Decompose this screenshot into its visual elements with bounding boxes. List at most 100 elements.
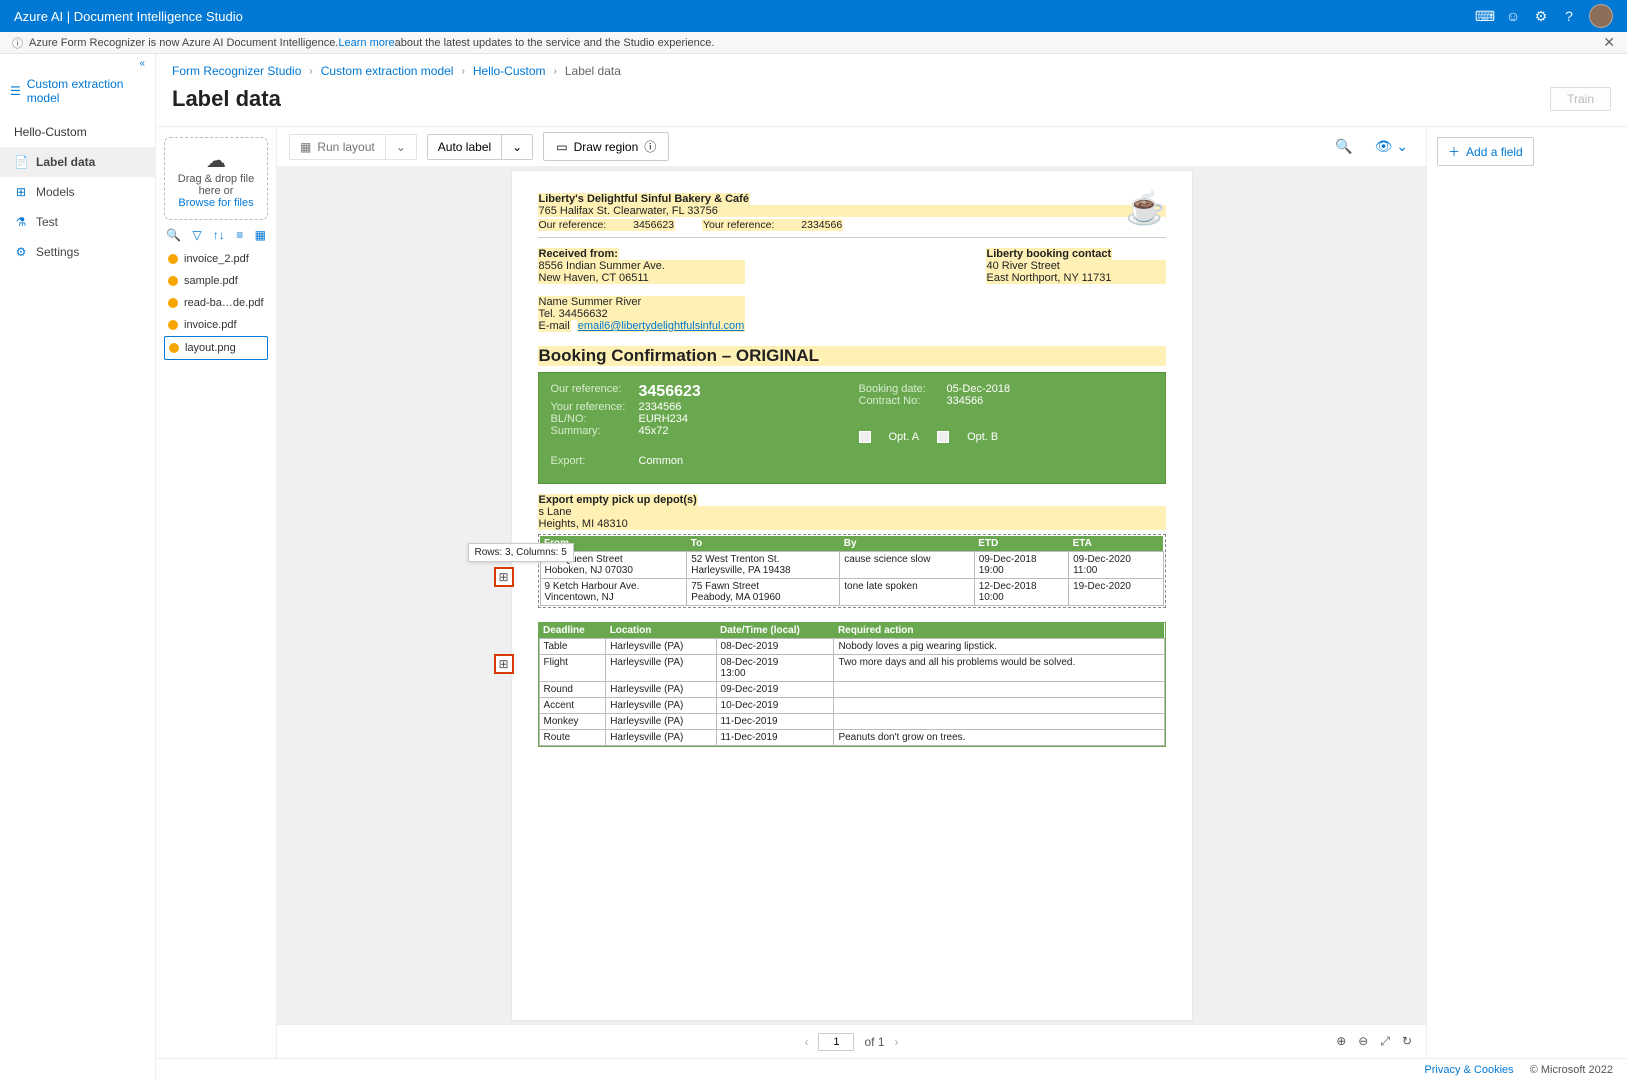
nav-label: Label data — [36, 155, 95, 169]
crumb-0[interactable]: Form Recognizer Studio — [172, 64, 301, 78]
draw-region-button[interactable]: ▭ Draw region ⓘ — [543, 132, 669, 161]
nav-icon: ⊞ — [14, 185, 28, 199]
coffee-mug-icon: ☕ — [1126, 189, 1166, 227]
info-icon: ⓘ — [12, 35, 23, 51]
filter-icon[interactable]: ▽ — [192, 228, 201, 242]
drop-zone[interactable]: ☁ Drag & drop file here or Browse for fi… — [164, 137, 268, 220]
file-item[interactable]: sample.pdf — [164, 270, 268, 292]
rotate-icon[interactable]: ↻ — [1402, 1034, 1412, 1049]
page-input[interactable] — [818, 1033, 854, 1051]
grid-view-icon[interactable]: ▦ — [255, 228, 266, 242]
deadline-table: DeadlineLocationDate/Time (local)Require… — [539, 623, 1165, 746]
plus-icon: ＋ — [1448, 143, 1460, 160]
draw-region-label: Draw region — [574, 140, 639, 154]
checkbox-opt-b — [937, 431, 949, 443]
file-name: invoice_2.pdf — [184, 253, 249, 265]
privacy-link[interactable]: Privacy & Cookies — [1424, 1064, 1513, 1076]
info-circle-icon: ⓘ — [644, 138, 656, 155]
collapse-sidebar-icon[interactable]: « — [0, 54, 155, 69]
list-view-icon[interactable]: ≡ — [236, 228, 243, 242]
top-bar: Azure AI | Document Intelligence Studio … — [0, 0, 1627, 32]
help-icon[interactable]: ? — [1555, 8, 1583, 24]
crumb-1[interactable]: Custom extraction model — [321, 64, 454, 78]
sort-icon[interactable]: ↑↓ — [213, 228, 225, 242]
drop-text-2: here or — [171, 185, 261, 197]
file-item[interactable]: invoice.pdf — [164, 314, 268, 336]
contact-header: Liberty booking contact — [986, 248, 1113, 260]
nav-item-models[interactable]: ⊞ Models — [0, 177, 155, 207]
model-type-link[interactable]: ☰ Custom extraction model — [0, 69, 155, 117]
breadcrumb: Form Recognizer Studio› Custom extractio… — [156, 54, 1627, 82]
add-field-button[interactable]: ＋ Add a field — [1437, 137, 1534, 166]
next-page-icon[interactable]: › — [895, 1035, 899, 1049]
nav-item-settings[interactable]: ⚙ Settings — [0, 237, 155, 267]
table-tooltip: Rows: 3, Columns: 5 — [468, 543, 574, 562]
add-field-label: Add a field — [1466, 145, 1523, 159]
zoom-out-icon[interactable]: ⊖ — [1358, 1034, 1368, 1049]
nav-item-label-data[interactable]: 📄 Label data — [0, 147, 155, 177]
depot-header: Export empty pick up depot(s) — [538, 494, 698, 506]
drop-text-1: Drag & drop file — [171, 173, 261, 185]
file-name: sample.pdf — [184, 275, 238, 287]
crumb-2[interactable]: Hello-Custom — [473, 64, 546, 78]
document-canvas[interactable]: ☕ Liberty's Delightful Sinful Bakery & C… — [277, 167, 1426, 1024]
zoom-in-icon[interactable]: ⊕ — [1336, 1034, 1346, 1049]
file-item[interactable]: layout.png — [164, 336, 268, 360]
feedback-icon[interactable]: ☺ — [1499, 8, 1527, 24]
nav-label: Test — [36, 215, 58, 229]
run-layout-chevron-icon[interactable]: ⌄ — [385, 135, 416, 159]
table-icon-2[interactable]: ⊞ — [494, 654, 514, 674]
list-icon: ☰ — [10, 84, 21, 98]
banner-suffix: about the latest updates to the service … — [395, 37, 715, 49]
banner-close-icon[interactable]: ✕ — [1603, 34, 1615, 51]
visibility-icon[interactable]: 👁 ⌄ — [1369, 138, 1414, 155]
model-type-label: Custom extraction model — [27, 77, 145, 105]
auto-label-button[interactable]: Auto label ⌄ — [427, 134, 533, 160]
search-icon[interactable]: 🔍 — [166, 228, 181, 242]
keyboard-icon[interactable]: ⌨ — [1471, 8, 1499, 25]
browse-files-link[interactable]: Browse for files — [171, 197, 261, 209]
checkbox-opt-a — [859, 431, 871, 443]
auto-label-text: Auto label — [438, 140, 491, 154]
status-dot-icon — [168, 320, 178, 330]
nav-label: Models — [36, 185, 75, 199]
project-name: Hello-Custom — [0, 117, 155, 147]
banner-link[interactable]: Learn more — [338, 37, 394, 49]
table-icon-1[interactable]: ⊞ — [494, 567, 514, 587]
settings-icon[interactable]: ⚙ — [1527, 8, 1555, 25]
received-from-header: Received from: — [538, 248, 619, 260]
nav-item-test[interactable]: ⚗ Test — [0, 207, 155, 237]
region-icon: ▭ — [556, 140, 567, 154]
nav-icon: ⚙ — [14, 245, 28, 259]
file-panel: ☁ Drag & drop file here or Browse for fi… — [156, 127, 276, 1058]
search-doc-icon[interactable]: 🔍 — [1329, 138, 1358, 155]
page-title: Label data — [172, 86, 281, 112]
banner-prefix: Azure Form Recognizer is now Azure AI Do… — [29, 37, 338, 49]
app-title: Azure AI | Document Intelligence Studio — [14, 9, 243, 24]
fit-icon[interactable]: ⤢ — [1380, 1034, 1390, 1049]
info-banner: ⓘ Azure Form Recognizer is now Azure AI … — [0, 32, 1627, 54]
nav-label: Settings — [36, 245, 79, 259]
file-item[interactable]: read-ba…de.pdf — [164, 292, 268, 314]
file-name: layout.png — [185, 342, 236, 354]
status-dot-icon — [169, 343, 179, 353]
file-name: read-ba…de.pdf — [184, 297, 264, 309]
layout-icon: ▦ — [300, 140, 311, 154]
run-layout-label: Run layout — [317, 140, 374, 154]
train-button[interactable]: Train — [1550, 87, 1611, 111]
file-item[interactable]: invoice_2.pdf — [164, 248, 268, 270]
prev-page-icon[interactable]: ‹ — [804, 1035, 808, 1049]
run-layout-button[interactable]: ▦ Run layout ⌄ — [289, 134, 417, 160]
left-sidebar: « ☰ Custom extraction model Hello-Custom… — [0, 54, 156, 1080]
document-page: ☕ Liberty's Delightful Sinful Bakery & C… — [512, 171, 1192, 1020]
nav-icon: 📄 — [14, 155, 28, 169]
document-pager: ‹ of 1 › ⊕ ⊖ ⤢ ↻ — [277, 1024, 1426, 1058]
avatar[interactable] — [1589, 4, 1613, 28]
field-panel: ＋ Add a field — [1427, 127, 1627, 1058]
cloud-upload-icon: ☁ — [171, 148, 261, 173]
nav-icon: ⚗ — [14, 215, 28, 229]
document-toolbar: ▦ Run layout ⌄ Auto label ⌄ ▭ Draw region… — [277, 127, 1426, 167]
status-dot-icon — [168, 298, 178, 308]
auto-label-chevron-icon[interactable]: ⌄ — [501, 135, 532, 159]
section-title: Booking Confirmation – ORIGINAL — [538, 346, 1166, 366]
